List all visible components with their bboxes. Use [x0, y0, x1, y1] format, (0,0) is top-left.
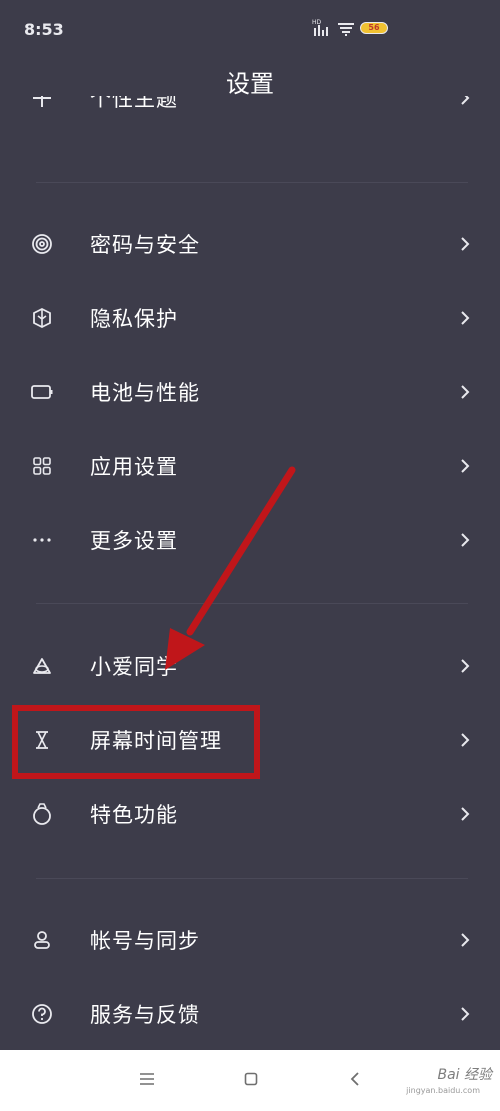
chevron-right-icon [461, 385, 470, 399]
chevron-right-icon [461, 807, 470, 821]
privacy-shield-icon [30, 306, 54, 330]
home-button[interactable] [236, 1064, 266, 1094]
list-item-privacy[interactable]: 隐私保护 [0, 281, 500, 355]
watermark: Bai 经验 [437, 1067, 492, 1083]
list-item-label: 密码与安全 [90, 233, 200, 257]
section-divider [36, 182, 468, 183]
chevron-right-icon [461, 96, 470, 105]
list-item-account-sync[interactable]: 帐号与同步 [0, 903, 500, 977]
menu-icon [140, 1073, 154, 1085]
status-time: 8:53 [24, 20, 64, 39]
battery-indicator: 56 [360, 22, 388, 34]
highlight-box [12, 705, 260, 779]
navigation-bar: Bai 经验 jingyan.baidu.com [0, 1050, 500, 1111]
list-item-label: 特色功能 [90, 803, 178, 827]
list-item-app-settings[interactable]: 应用设置 [0, 429, 500, 503]
list-item-label: 帐号与同步 [90, 929, 200, 953]
help-icon [30, 1002, 54, 1026]
home-square-icon [244, 1072, 258, 1086]
chevron-right-icon [461, 311, 470, 325]
list-item-label: 更多设置 [90, 529, 178, 553]
menu-button[interactable] [132, 1064, 162, 1094]
list-item-service-feedback[interactable]: 服务与反馈 [0, 977, 500, 1051]
list-item-battery-performance[interactable]: 电池与性能 [0, 355, 500, 429]
list-item-label: 小爱同学 [90, 655, 178, 679]
list-item-special-features[interactable]: 特色功能 [0, 777, 500, 851]
chevron-right-icon [461, 733, 470, 747]
chevron-right-icon [461, 237, 470, 251]
list-item-label: 电池与性能 [90, 381, 200, 405]
watermark-url: jingyan.baidu.com [406, 1086, 480, 1095]
fingerprint-icon [30, 232, 54, 256]
list-item-xiaoai[interactable]: 小爱同学 [0, 629, 500, 703]
list-item-more-settings[interactable]: 更多设置 [0, 503, 500, 577]
back-icon [350, 1072, 359, 1086]
apps-grid-icon [30, 454, 54, 478]
chevron-right-icon [461, 533, 470, 547]
chevron-right-icon [461, 659, 470, 673]
special-features-icon [30, 802, 54, 826]
back-button[interactable] [340, 1064, 370, 1094]
partial-list-item[interactable]: 个性主题 [0, 96, 500, 134]
chevron-right-icon [461, 459, 470, 473]
wifi-icon [338, 23, 354, 36]
chevron-right-icon [461, 1007, 470, 1021]
account-icon [30, 928, 54, 952]
battery-icon [30, 380, 54, 404]
page-title: 设置 [226, 70, 274, 98]
section-divider [36, 603, 468, 604]
chevron-right-icon [461, 933, 470, 947]
list-item-password-security[interactable]: 密码与安全 [0, 207, 500, 281]
list-item-label: 服务与反馈 [90, 1003, 200, 1027]
list-item-label: 个性主题 [90, 96, 178, 111]
status-bar: 8:53 HD 56 [0, 0, 500, 58]
xiaoai-icon [30, 654, 54, 678]
signal-icon: HD [312, 19, 328, 36]
more-dots-icon [30, 528, 54, 552]
list-item-label: 应用设置 [90, 455, 178, 479]
section-divider [36, 878, 468, 879]
network-badge: HD [312, 19, 322, 26]
list-item-personal-theme[interactable]: 个性主题 [0, 96, 500, 134]
list-item-label: 隐私保护 [90, 307, 178, 331]
theme-icon [30, 96, 54, 110]
